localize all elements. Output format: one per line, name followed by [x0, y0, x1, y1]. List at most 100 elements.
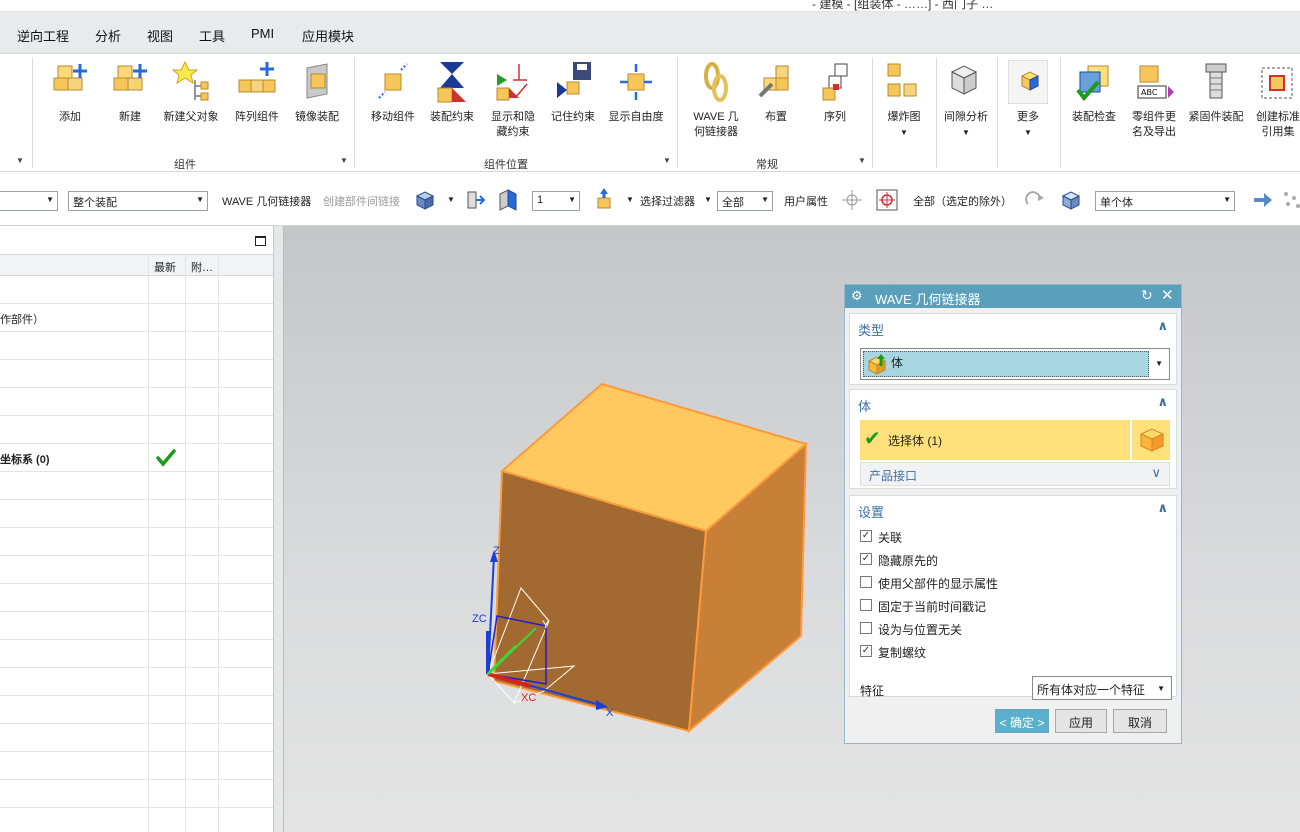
group-position-more-icon[interactable]: ▼: [663, 156, 671, 165]
sequence-button[interactable]: 序列: [812, 60, 858, 125]
option-label: 复制螺纹: [878, 646, 927, 660]
forward-arrow-icon[interactable]: [1250, 188, 1274, 212]
tree-row[interactable]: [0, 332, 273, 360]
window-title-strip: - 建模 - [组装体 - ……] - 西门子 …: [0, 0, 1300, 12]
selection-mode-select[interactable]: ▼: [0, 191, 58, 211]
collapse-icon[interactable]: ∧: [1157, 318, 1168, 334]
scope-select[interactable]: 整个装配 ▼: [68, 191, 208, 211]
pattern-component-button[interactable]: 阵列组件: [228, 60, 286, 125]
menu-pmi[interactable]: PMI: [251, 26, 274, 41]
exploded-view-button[interactable]: 爆炸图 ▼: [878, 60, 930, 140]
group-component-more-icon[interactable]: ▼: [340, 156, 348, 165]
remember-constraint-button[interactable]: 记住约束: [548, 60, 598, 125]
body-cube-icon[interactable]: [413, 188, 437, 212]
ribbon-separator: [872, 58, 873, 168]
menu-tools[interactable]: 工具: [199, 26, 225, 45]
arrangement-button[interactable]: 布置: [752, 60, 800, 125]
collapse-icon[interactable]: ∧: [1157, 394, 1168, 410]
more-button[interactable]: 更多 ▼: [1002, 60, 1054, 140]
edge-select-icon[interactable]: [496, 188, 520, 212]
tree-row[interactable]: [0, 388, 273, 416]
checkbox-unchecked[interactable]: [860, 599, 872, 611]
tree-row[interactable]: [0, 276, 273, 304]
checkbox-checked[interactable]: ✓: [860, 530, 872, 542]
move-component-button[interactable]: 移动组件: [366, 60, 420, 125]
cancel-button[interactable]: 取消: [1113, 709, 1167, 733]
add-component-label: 添加: [59, 111, 81, 123]
type-section-header[interactable]: 类型: [858, 320, 884, 339]
gear-icon[interactable]: ⚙: [851, 288, 863, 304]
ribbon: ▼ 添加 新建 新建父对象 阵列组件 镜像装配 组件 ▼ 移动组件 装配约束 显…: [0, 54, 1300, 172]
user-attributes-label[interactable]: 用户属性: [784, 193, 828, 209]
cube-icon: [1139, 428, 1165, 452]
count-select[interactable]: 1 ▼: [532, 191, 580, 211]
group-general-more-icon[interactable]: ▼: [858, 156, 866, 165]
fastener-assembly-button[interactable]: 紧固件装配: [1186, 60, 1246, 125]
maximize-icon[interactable]: [255, 236, 266, 246]
close-icon[interactable]: ✕: [1161, 286, 1174, 304]
menu-analysis[interactable]: 分析: [95, 26, 121, 45]
body-dropdown-icon[interactable]: ▼: [447, 195, 455, 204]
tree-row[interactable]: [0, 416, 273, 444]
selection-filter-label[interactable]: 选择过滤器: [640, 193, 695, 209]
show-hide-constraint-button[interactable]: 显示和隐 藏约束: [486, 60, 540, 140]
face-select-icon[interactable]: [462, 188, 486, 212]
column-latest[interactable]: 最新: [154, 259, 176, 275]
new-component-button[interactable]: 新建: [104, 60, 156, 125]
assembly-check-button[interactable]: 装配检查: [1066, 60, 1122, 125]
select-body-field[interactable]: ✔ 选择体 (1): [860, 420, 1130, 460]
target-icon[interactable]: [875, 188, 899, 212]
ok-button[interactable]: < 确定 >: [995, 709, 1049, 733]
column-attach[interactable]: 附…: [191, 259, 213, 275]
select-body-cube-button[interactable]: [1132, 420, 1170, 460]
scatter-icon[interactable]: [1280, 188, 1300, 212]
rename-export-label: 零组件更 名及导出: [1132, 111, 1176, 138]
checkbox-checked[interactable]: ✓: [860, 553, 872, 565]
filter-scope-select[interactable]: 全部 ▼: [717, 191, 773, 211]
rename-export-button[interactable]: ABC 零组件更 名及导出: [1126, 60, 1182, 140]
menu-reverse-engineering[interactable]: 逆向工程: [17, 26, 69, 45]
body-section-header[interactable]: 体: [858, 396, 871, 415]
product-interface-row[interactable]: 产品接口 ∨: [860, 462, 1170, 486]
chevron-down-icon: ▼: [1157, 684, 1165, 693]
tree-row[interactable]: 作部件）: [0, 304, 273, 332]
group-more-icon[interactable]: ▼: [16, 156, 24, 165]
selection-filter-dropdown-icon[interactable]: ▼: [704, 195, 712, 204]
dialog-title-bar[interactable]: ⚙ WAVE 几何链接器 ↻ ✕: [845, 285, 1181, 308]
reset-icon[interactable]: ↻: [1141, 287, 1153, 304]
checkbox-unchecked[interactable]: [860, 576, 872, 588]
collapse-icon[interactable]: ∧: [1157, 500, 1168, 516]
show-dof-button[interactable]: 显示自由度: [606, 60, 666, 125]
snap-point-icon[interactable]: [840, 188, 864, 212]
panel-splitter[interactable]: [274, 226, 284, 832]
add-component-button[interactable]: 添加: [44, 60, 96, 125]
type-filter-dropdown-icon[interactable]: ▼: [626, 195, 634, 204]
type-filter-icon[interactable]: [594, 188, 618, 212]
menu-application[interactable]: 应用模块: [302, 26, 354, 45]
new-parent-button[interactable]: 新建父对象: [160, 60, 222, 125]
option-label: 使用父部件的显示属性: [878, 577, 999, 591]
tree-row-label: 坐标系 (0): [0, 454, 50, 466]
checkbox-checked[interactable]: ✓: [860, 645, 872, 657]
selection-scope-label[interactable]: 全部（选定的除外）: [913, 193, 1012, 209]
assembly-constraint-button[interactable]: 装配约束: [426, 60, 478, 125]
create-reference-set-button[interactable]: 创建标准 引用集: [1252, 60, 1300, 140]
tree-row[interactable]: [0, 360, 273, 388]
tree-row-coordinate-system[interactable]: 坐标系 (0): [0, 444, 273, 472]
inter-part-link-label[interactable]: 创建部件间链接: [323, 193, 400, 209]
clearance-analysis-button[interactable]: 间隙分析 ▼: [940, 60, 992, 140]
wave-linker-button[interactable]: WAVE 几 何链接器: [688, 60, 744, 140]
checkbox-unchecked[interactable]: [860, 622, 872, 634]
settings-section-header[interactable]: 设置: [858, 502, 884, 521]
apply-button[interactable]: 应用: [1055, 709, 1107, 733]
mirror-assembly-button[interactable]: 镜像装配: [290, 60, 344, 125]
feature-select[interactable]: 所有体对应一个特征 ▼: [1032, 676, 1172, 700]
axis-label-zc: ZC: [472, 613, 487, 625]
single-body-icon[interactable]: [1059, 188, 1083, 212]
product-interface-label: 产品接口: [869, 469, 918, 483]
wave-linker-toolbar-label[interactable]: WAVE 几何链接器: [222, 193, 311, 209]
menu-view[interactable]: 视图: [147, 26, 173, 45]
rotate-icon[interactable]: [1022, 188, 1046, 212]
body-rule-select[interactable]: 单个体 ▼: [1095, 191, 1235, 211]
type-select[interactable]: 体 ▼: [860, 348, 1170, 380]
